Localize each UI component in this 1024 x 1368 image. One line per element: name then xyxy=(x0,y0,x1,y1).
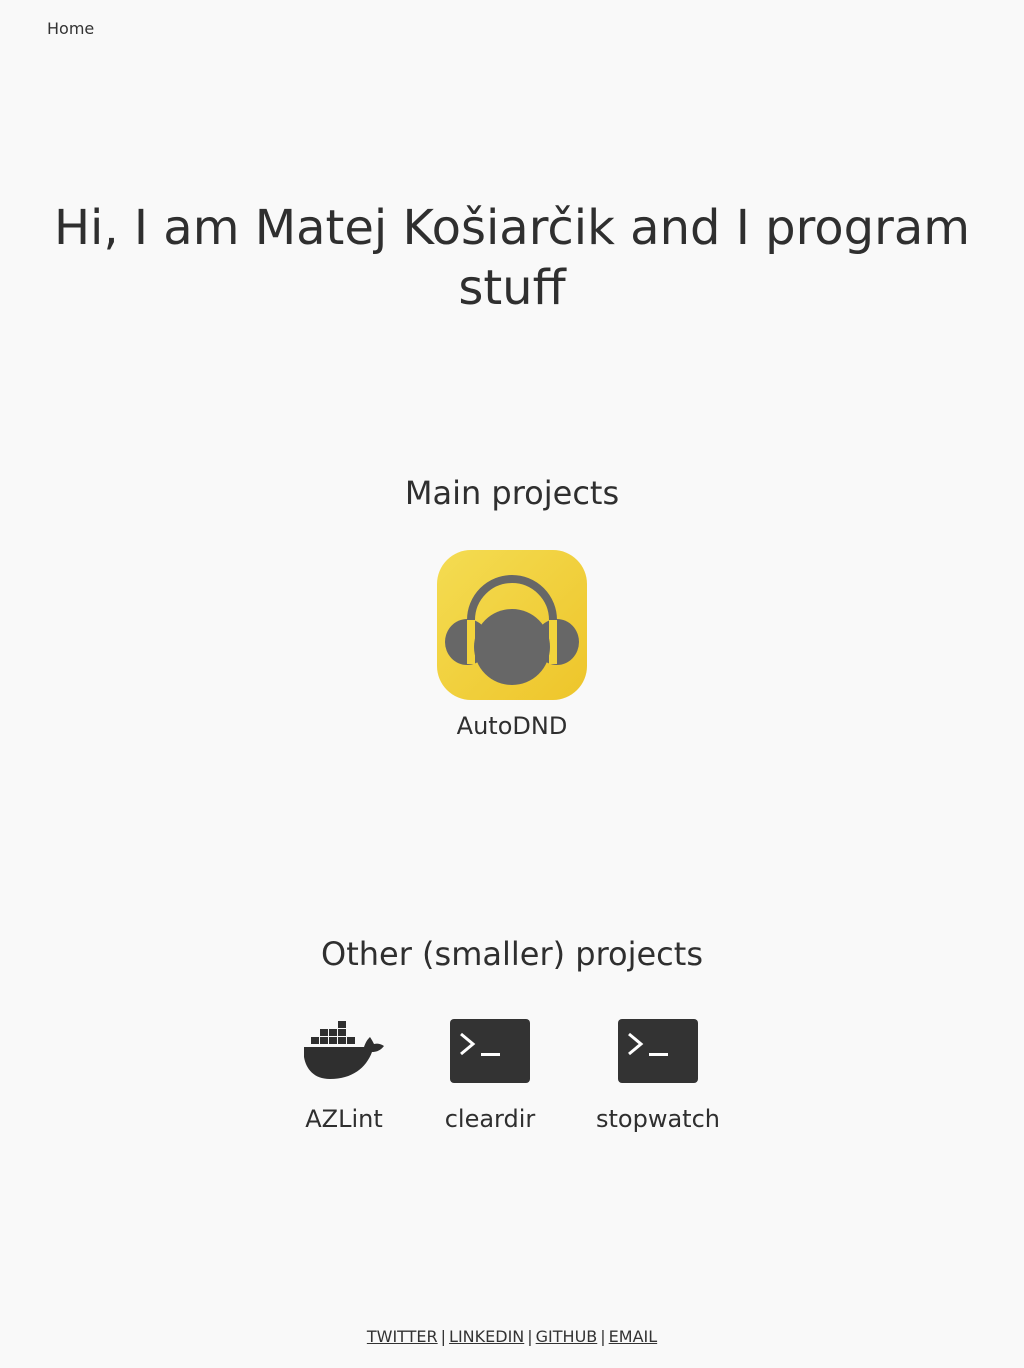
project-label-cleardir: cleardir xyxy=(444,1105,536,1133)
terminal-icon xyxy=(618,1019,698,1083)
footer-link-github[interactable]: GITHUB xyxy=(536,1327,598,1346)
footer-link-email[interactable]: EMAIL xyxy=(609,1327,658,1346)
footer-separator: | xyxy=(440,1327,447,1346)
headphones-icon xyxy=(437,550,587,700)
nav-home-link[interactable]: Home xyxy=(47,19,94,38)
project-label-stopwatch: stopwatch xyxy=(596,1105,720,1133)
project-label-autodnd: AutoDND xyxy=(456,712,568,740)
project-cleardir[interactable]: cleardir xyxy=(430,1019,550,1134)
hero-title: Hi, I am Matej Košiarčik and I program s… xyxy=(53,200,971,316)
footer-link-twitter[interactable]: TWITTER xyxy=(367,1327,438,1346)
project-autodnd[interactable]: AutoDND xyxy=(412,550,612,741)
footer-separator: | xyxy=(600,1327,606,1346)
footer-link-linkedin[interactable]: LINKEDIN xyxy=(449,1327,524,1346)
project-stopwatch[interactable]: stopwatch xyxy=(588,1019,728,1134)
footer-links: TWITTER | LINKEDIN | GITHUB | EMAIL xyxy=(0,1327,1024,1346)
terminal-icon xyxy=(450,1019,530,1083)
main-projects-heading: Main projects xyxy=(404,474,620,512)
other-projects-heading: Other (smaller) projects xyxy=(321,935,703,973)
footer-separator: | xyxy=(527,1327,533,1346)
docker-whale-icon xyxy=(304,1021,384,1079)
project-azlint[interactable]: AZLint xyxy=(294,1019,394,1134)
project-label-azlint: AZLint xyxy=(305,1105,383,1133)
